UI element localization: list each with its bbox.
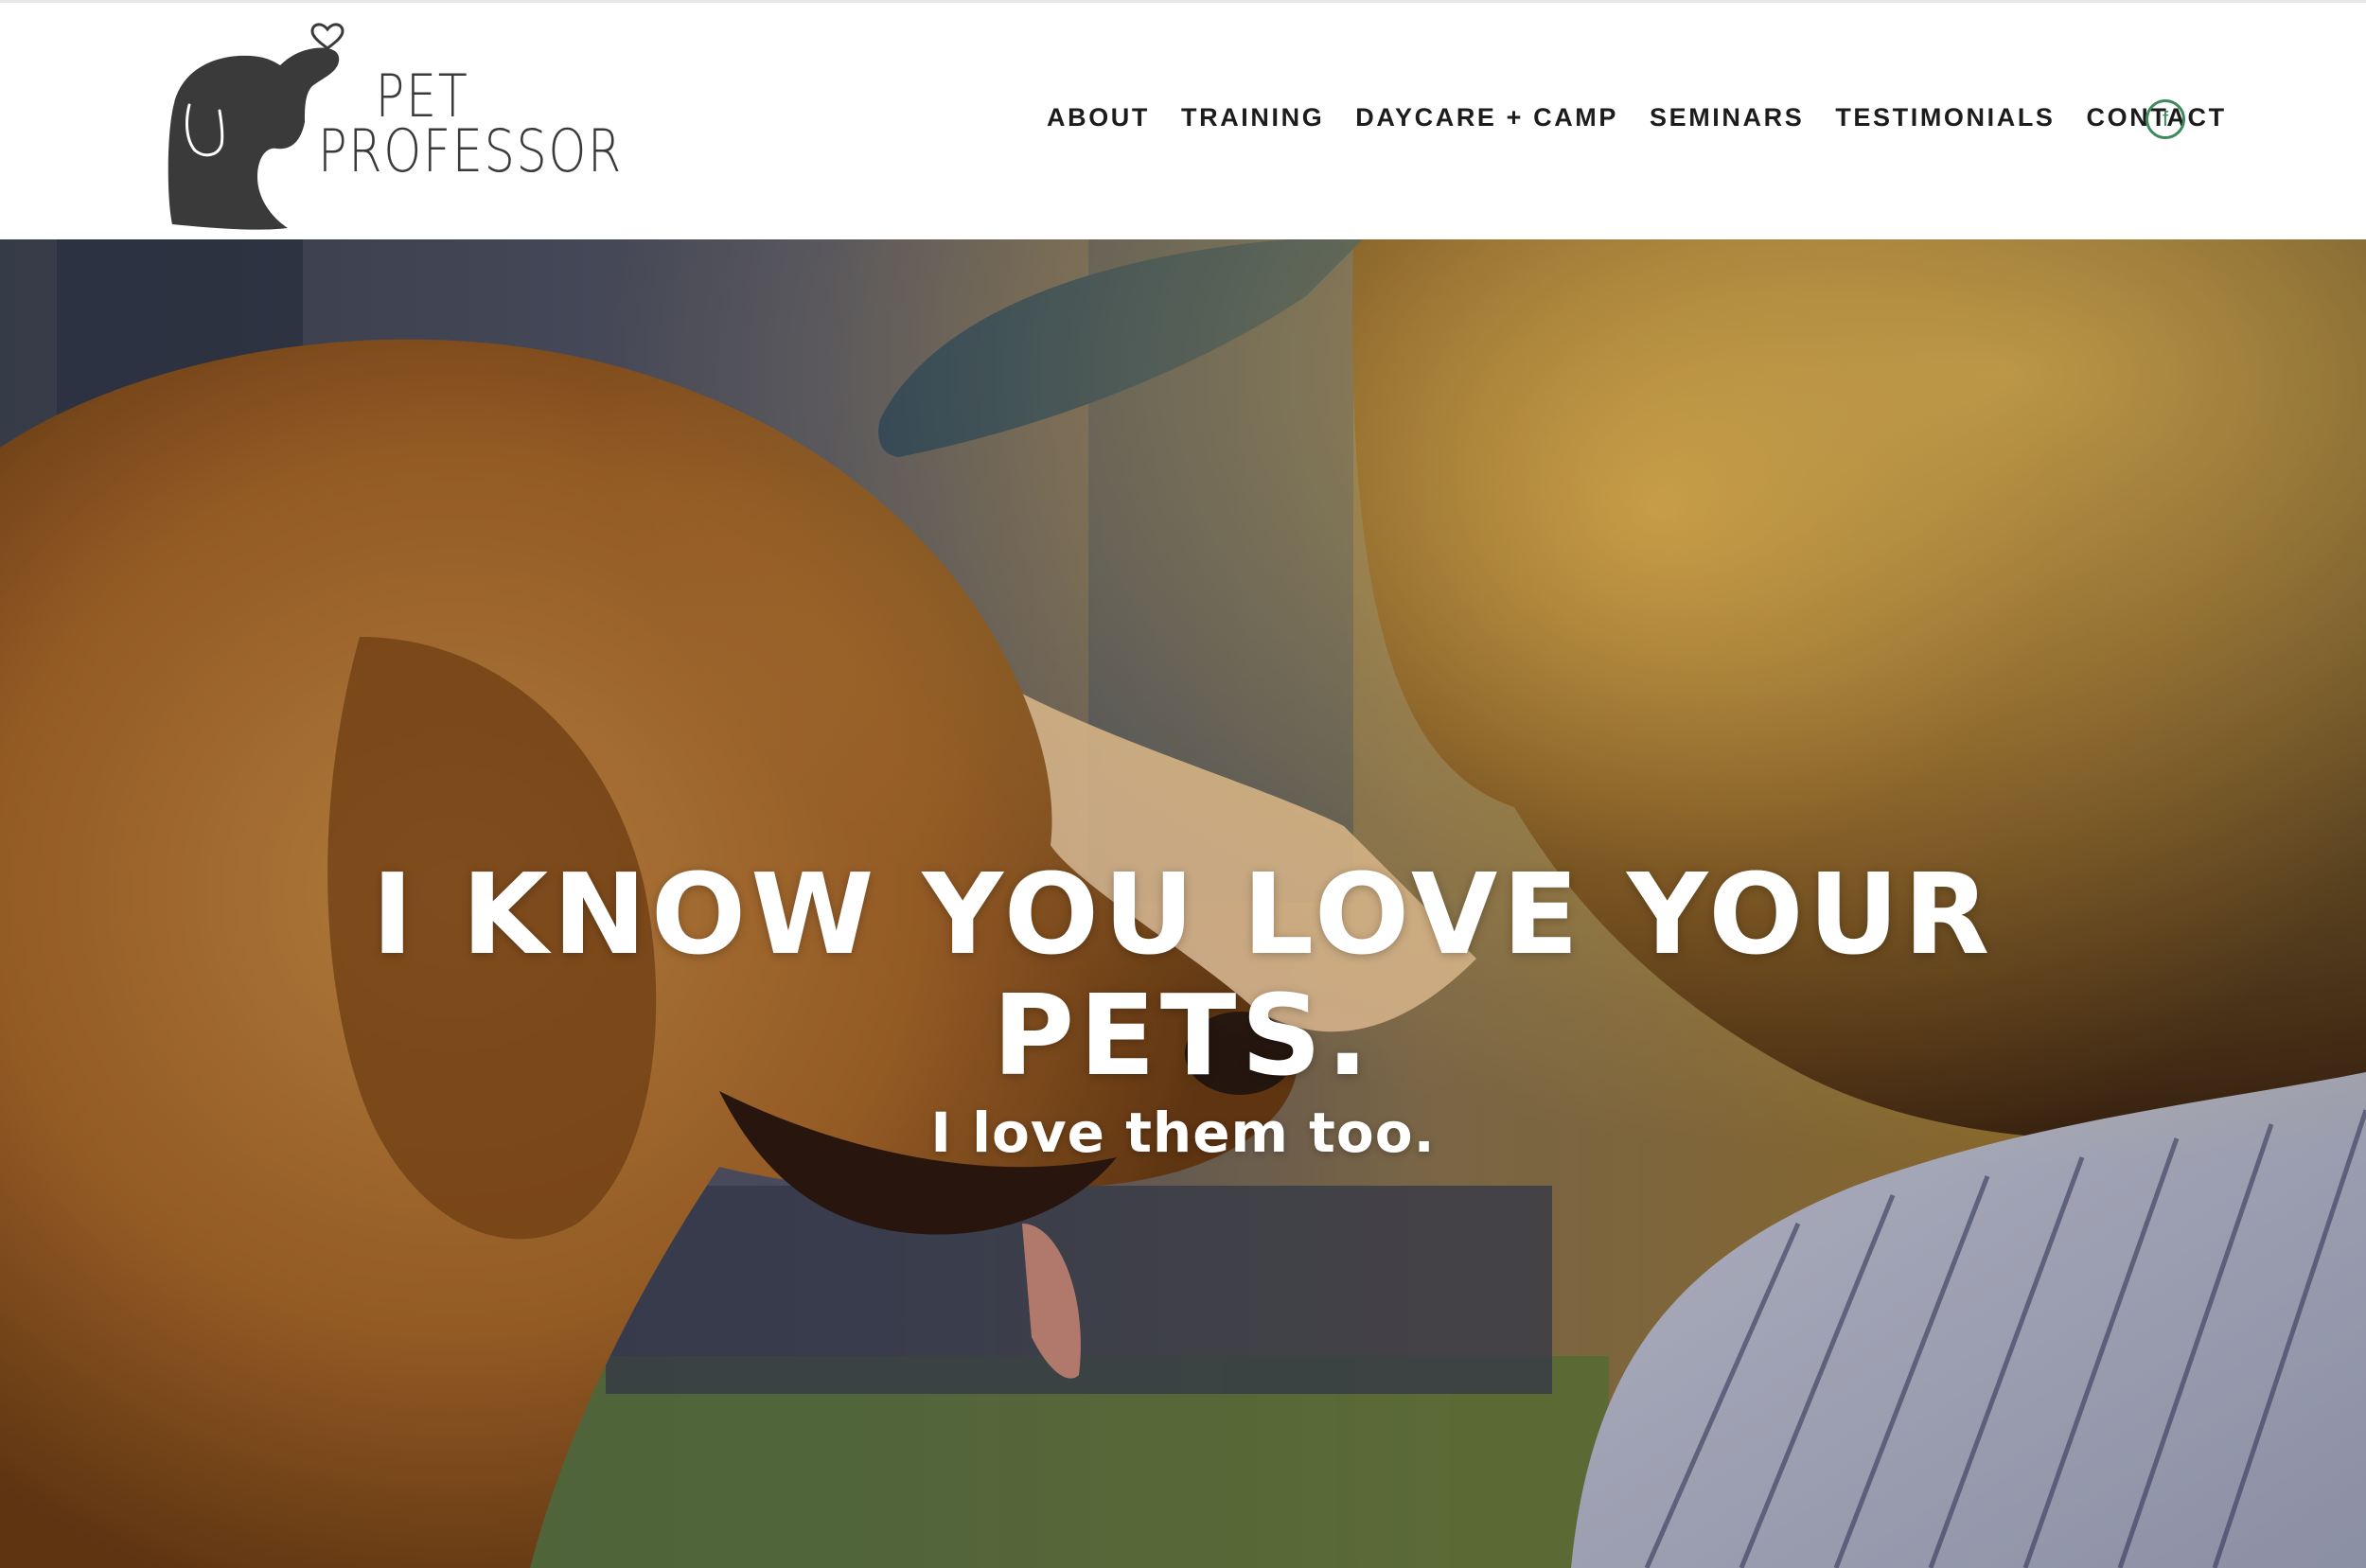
- page: PET PROFESSOR ABOUT TRAINING DAYCARE + C…: [0, 0, 2366, 1568]
- nav-testimonials[interactable]: TESTIMONIALS: [1835, 103, 2055, 132]
- site-logo[interactable]: PET PROFESSOR: [163, 9, 621, 236]
- hero-subtitle: I love them too.: [930, 1101, 1436, 1165]
- hero-title: I KNOW YOU LOVE YOUR PETS.: [0, 854, 2366, 1096]
- logo-wordmark: PET PROFESSOR: [318, 67, 624, 185]
- facebook-glyph: f: [2162, 107, 2169, 131]
- facebook-icon[interactable]: f: [2145, 99, 2185, 139]
- site-header: PET PROFESSOR ABOUT TRAINING DAYCARE + C…: [0, 3, 2366, 239]
- hero-section: I KNOW YOU LOVE YOUR PETS. I love them t…: [0, 239, 2366, 1568]
- nav-daycare-camp[interactable]: DAYCARE + CAMP: [1355, 103, 1618, 132]
- logo-line-2: PROFESSOR: [318, 116, 624, 185]
- nav-about[interactable]: ABOUT: [1047, 103, 1150, 132]
- main-nav: ABOUT TRAINING DAYCARE + CAMP SEMINARS T…: [1047, 103, 2227, 132]
- nav-seminars[interactable]: SEMINARS: [1650, 103, 1804, 132]
- nav-training[interactable]: TRAINING: [1181, 103, 1324, 132]
- hero-title-line-1: I KNOW YOU LOVE YOUR: [371, 849, 1995, 980]
- hero-title-line-2: PETS.: [992, 970, 1374, 1101]
